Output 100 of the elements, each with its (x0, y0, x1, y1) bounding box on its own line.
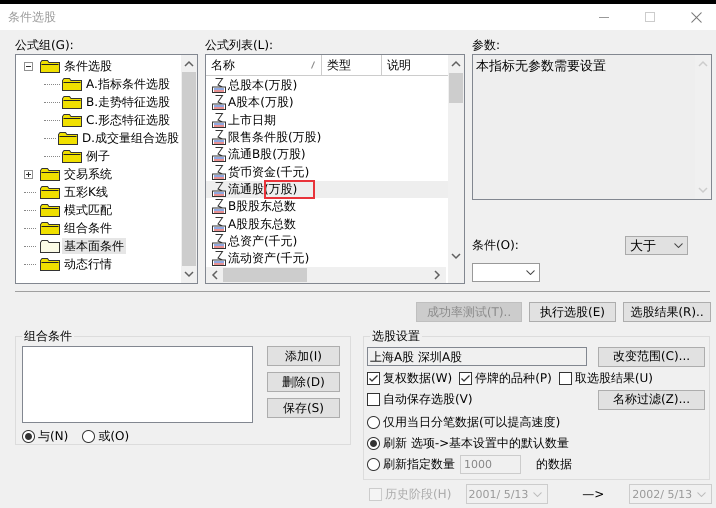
list-row[interactable]: B股股东总数 (206, 198, 448, 216)
parameters-box[interactable]: 本指标无参数需要设置 (472, 54, 712, 200)
parameters-text: 本指标无参数需要设置 (475, 58, 607, 76)
folder-icon (40, 222, 60, 234)
count-suffix: 的数据 (536, 456, 572, 473)
folder-icon (58, 132, 78, 144)
arrow-text: —> (582, 487, 604, 501)
action-button[interactable]: 执行选股(E) (529, 302, 616, 322)
tree-item[interactable]: D.成交量组合选股 (80, 130, 181, 146)
radio-label[interactable]: 与(N) (38, 428, 68, 445)
list-row[interactable]: 总资产(千元) (206, 232, 448, 250)
folder-icon (62, 96, 82, 108)
radio-button[interactable] (367, 437, 380, 450)
checkbox-label[interactable]: 停牌的品种(P) (475, 370, 552, 386)
list-row[interactable]: 流动资产(千元) (206, 250, 448, 267)
window-title: 条件选股 (8, 8, 56, 26)
radio-button[interactable] (82, 430, 96, 443)
formula-icon (212, 147, 226, 162)
dropdown-icon (526, 270, 535, 275)
range-field: 上海A股 深圳A股 (367, 347, 587, 366)
list-label: 公式列表(L): (205, 38, 274, 54)
value-select[interactable] (472, 263, 540, 282)
folder-icon (62, 78, 82, 90)
tree-item[interactable]: C.形态特征选股 (84, 112, 172, 128)
column-header[interactable]: 名称 (206, 55, 311, 75)
condition-label: 条件(O): (472, 237, 519, 254)
tree-item[interactable]: 条件选股 (62, 58, 114, 74)
folder-icon (62, 114, 82, 126)
folder-icon (40, 204, 60, 216)
formula-icon (212, 251, 226, 266)
checkbox-label[interactable]: 复权数据(W) (383, 370, 452, 386)
action-button[interactable]: 添加(I) (267, 346, 340, 366)
list-row[interactable]: 总股本(万股) (206, 77, 448, 94)
parameters-label: 参数: (472, 38, 502, 54)
column-header[interactable]: 类型 (321, 55, 381, 75)
radio-label[interactable]: 仅用当日分笔数据(可以提高速度) (383, 414, 560, 431)
close-icon[interactable] (691, 12, 702, 22)
checkbox[interactable] (367, 372, 380, 384)
tree-item[interactable]: 动态行情 (62, 256, 114, 272)
list-row[interactable]: 货币资金(千元) (206, 163, 448, 181)
tree-item[interactable]: 例子 (84, 148, 112, 164)
vertical-scrollbar[interactable] (181, 55, 197, 283)
formula-icon (212, 95, 226, 110)
expander-icon[interactable] (24, 62, 33, 70)
radio-button[interactable] (22, 430, 35, 443)
vertical-scrollbar[interactable] (448, 55, 464, 283)
tree-item[interactable]: B.走势特征选股 (84, 94, 172, 110)
action-button[interactable]: 保存(S) (267, 398, 340, 418)
formula-icon (212, 78, 226, 94)
folder-icon (40, 240, 60, 252)
change-range-button[interactable]: 改变范围(C)... (598, 346, 705, 366)
tree-item[interactable]: 模式匹配 (62, 202, 114, 218)
radio-label[interactable]: 刷新 选项->基本设置中的默认数量 (383, 435, 570, 452)
group-label: 公式组(G): (15, 38, 75, 54)
checkbox[interactable] (459, 372, 472, 384)
group-title: 组合条件 (22, 329, 74, 343)
tree-item[interactable]: 五彩K线 (62, 184, 110, 200)
checkbox[interactable] (367, 393, 380, 406)
list-row[interactable]: 上市日期 (206, 112, 448, 129)
dropdown-icon (696, 492, 706, 496)
checkbox-label[interactable]: 自动保存选股(V) (383, 391, 473, 408)
formula-icon (212, 199, 226, 214)
list-row[interactable]: 限售条件股(万股) (206, 128, 448, 146)
horizontal-scrollbar[interactable] (206, 267, 446, 283)
formula-icon (212, 112, 226, 128)
radio-label[interactable]: 刷新指定数量 (383, 456, 455, 473)
operator-select[interactable]: 大于 (625, 236, 688, 255)
formula-icon (212, 182, 226, 197)
list-row[interactable]: A股股东总数 (206, 215, 448, 233)
folder-icon (62, 150, 82, 162)
radio-label[interactable]: 或(O) (98, 428, 130, 445)
checkbox[interactable] (558, 372, 572, 384)
highlight-frame (264, 180, 315, 199)
name-filter-button[interactable]: 名称过滤(Z)... (598, 390, 705, 410)
dropdown-icon (533, 492, 542, 496)
action-button[interactable]: 选股结果(R).. (623, 302, 711, 322)
tree-item[interactable]: 组合条件 (62, 220, 114, 236)
formula-icon (212, 234, 226, 249)
folder-icon (40, 60, 60, 72)
list-row[interactable]: 流通B股(万股) (206, 146, 448, 164)
formula-icon (212, 130, 226, 146)
radio-button[interactable] (367, 416, 380, 429)
group-title: 选股设置 (370, 329, 422, 343)
tree-item[interactable]: A.指标条件选股 (84, 76, 172, 92)
folder-icon (40, 168, 60, 180)
formula-icon (212, 164, 226, 180)
checkbox-label[interactable]: 取选股结果(U) (574, 370, 653, 386)
expander-icon[interactable] (24, 170, 33, 178)
folder-icon (40, 186, 60, 198)
tree-item[interactable]: 交易系统 (62, 166, 114, 182)
folder-icon (40, 258, 60, 270)
dropdown-icon (674, 243, 683, 248)
formula-icon (212, 216, 226, 232)
action-button[interactable]: 删除(D) (267, 372, 340, 392)
radio-button[interactable] (367, 458, 380, 471)
condition-list[interactable] (22, 346, 253, 423)
sort-icon (311, 61, 315, 69)
formula-group-tree[interactable]: 条件选股 A.指标条件选股 B.走势特征选股 C.形态特征选股 D.成交量组合选股 例子 交易系统 五彩K线 模式匹配 组合条件 基本面条件 动态行情 (15, 54, 198, 284)
list-row[interactable]: A股本(万股) (206, 94, 448, 112)
tree-item[interactable]: 基本面条件 (62, 238, 126, 254)
